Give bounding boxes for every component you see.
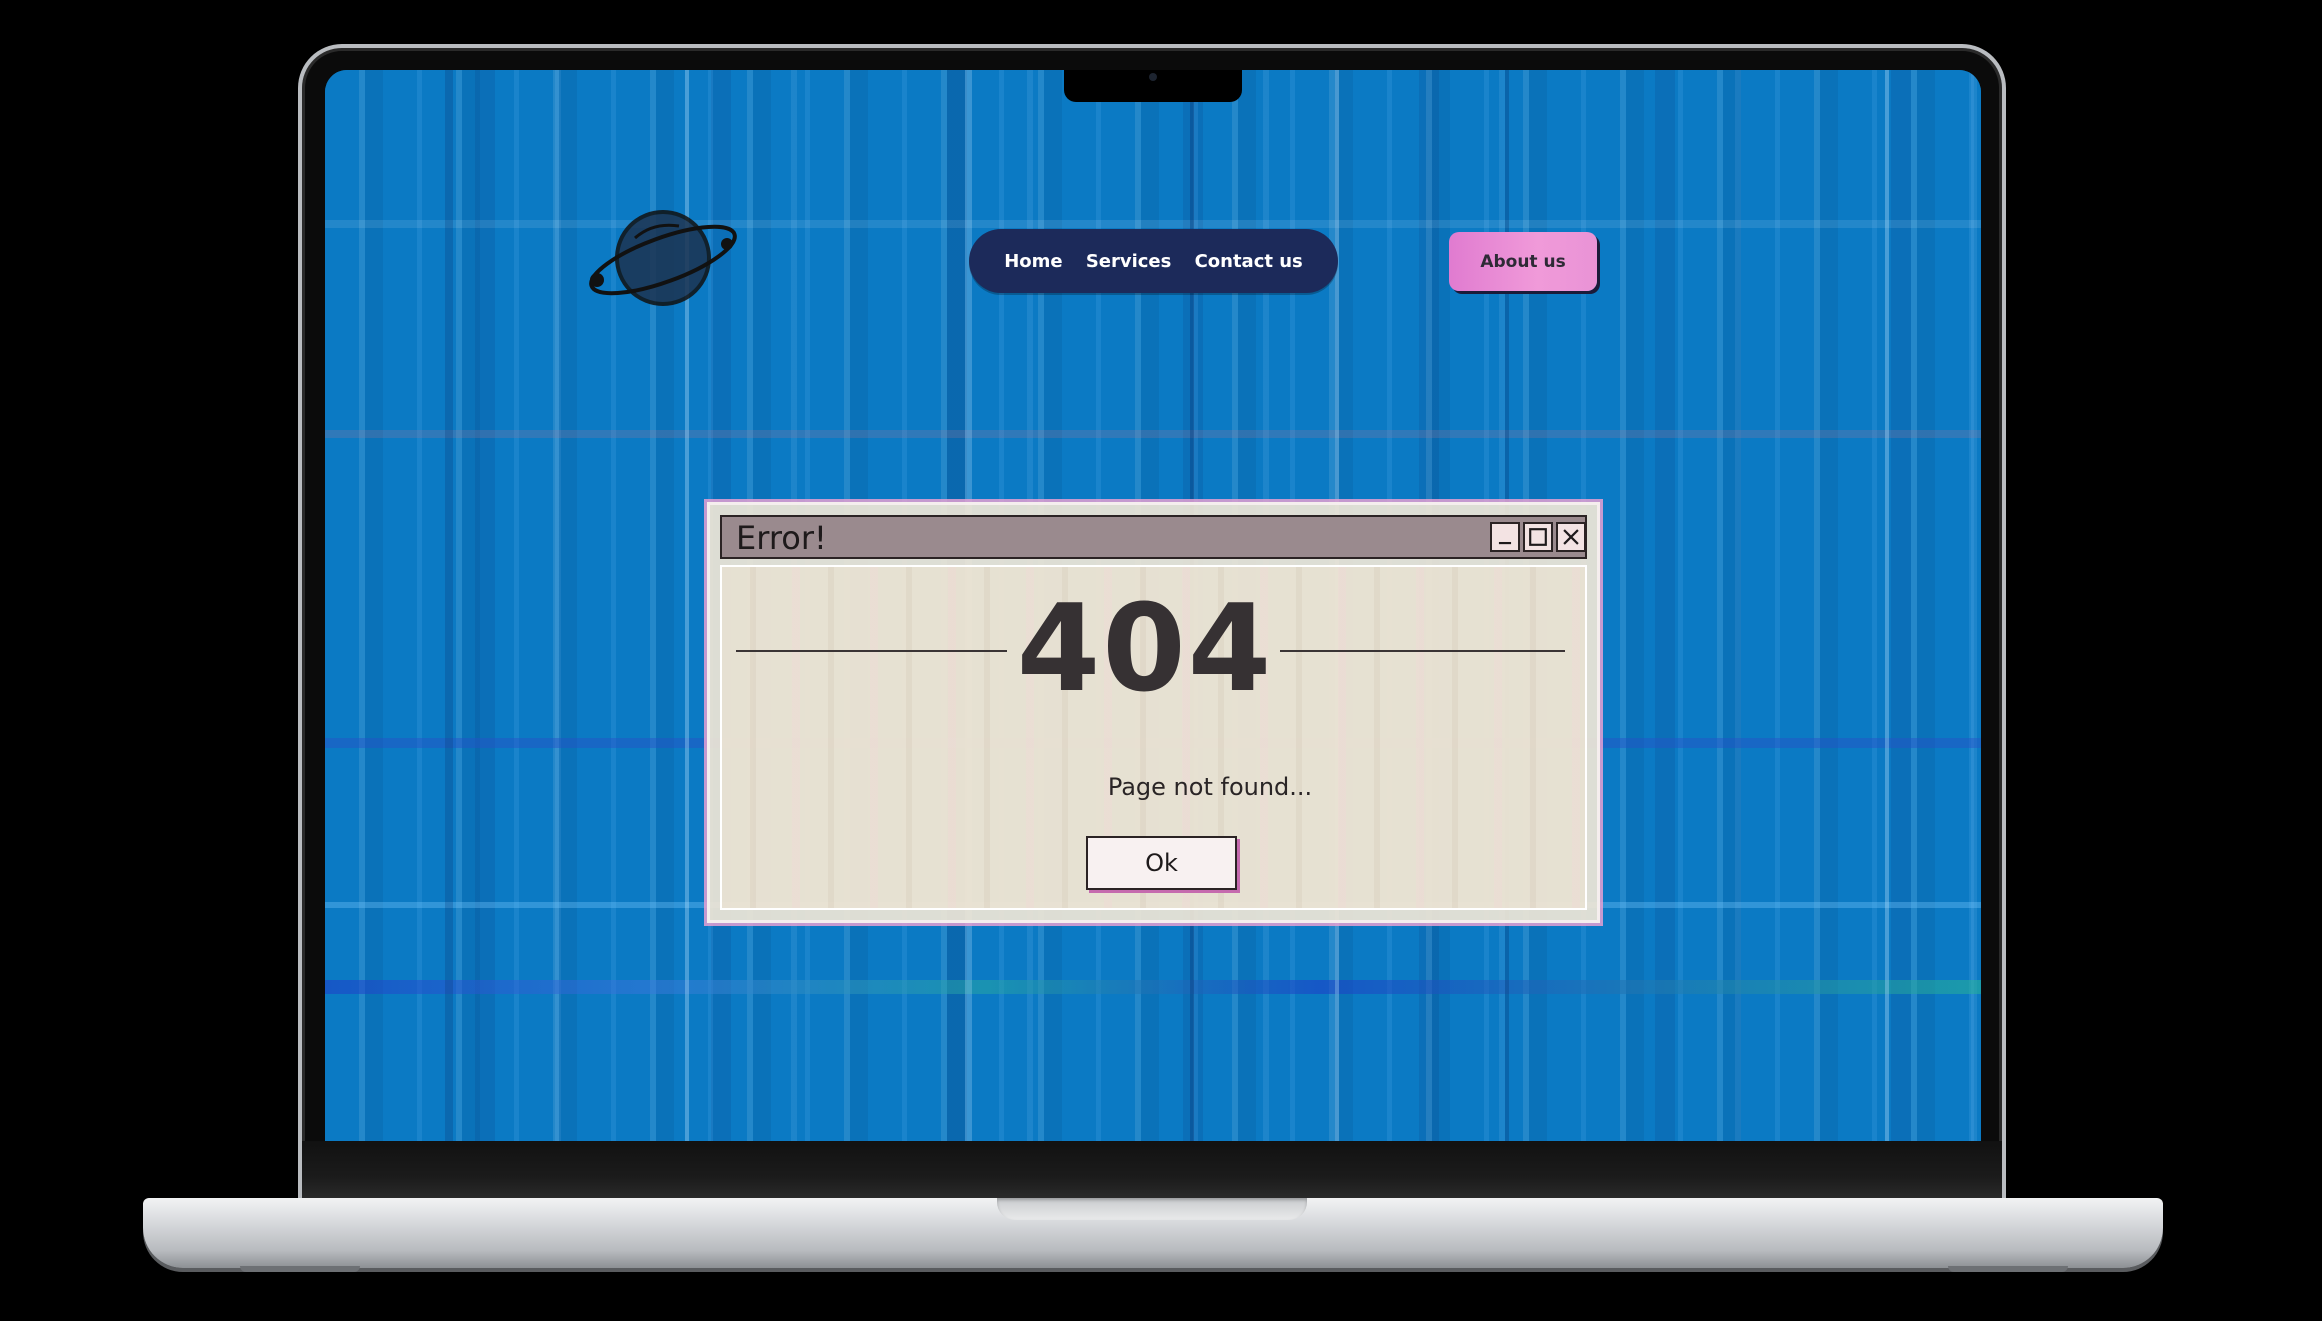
nav-home[interactable]: Home <box>1004 251 1062 272</box>
dialog-titlebar[interactable]: Error! <box>720 515 1587 559</box>
maximize-icon[interactable] <box>1523 522 1553 552</box>
laptop-foot <box>1948 1266 2068 1272</box>
error-message: Page not found... <box>1107 773 1313 801</box>
minimize-icon[interactable] <box>1490 522 1520 552</box>
glitch-band <box>325 980 1981 994</box>
nav-services[interactable]: Services <box>1086 251 1172 272</box>
laptop-bezel <box>302 1141 2002 1201</box>
nav-contact[interactable]: Contact us <box>1195 251 1303 272</box>
planet-icon[interactable] <box>583 204 743 312</box>
glitch-streak <box>1885 70 1889 1141</box>
error-code: 404 <box>1016 580 1274 719</box>
glitch-band <box>325 220 1981 228</box>
dialog-title: Error! <box>736 519 827 557</box>
about-us-button[interactable]: About us <box>1449 232 1597 291</box>
camera-icon <box>1149 73 1157 81</box>
laptop-groove <box>997 1198 1307 1220</box>
main-nav: Home Services Contact us <box>969 229 1338 293</box>
divider-left <box>736 650 1007 652</box>
page: Home Services Contact us About us Error!… <box>0 0 2322 1321</box>
ok-button[interactable]: Ok <box>1086 836 1237 890</box>
glitch-streak <box>445 70 453 1141</box>
laptop-foot <box>240 1266 360 1272</box>
close-icon[interactable] <box>1556 522 1586 552</box>
glitch-band <box>325 430 1981 438</box>
divider-right <box>1280 650 1565 652</box>
